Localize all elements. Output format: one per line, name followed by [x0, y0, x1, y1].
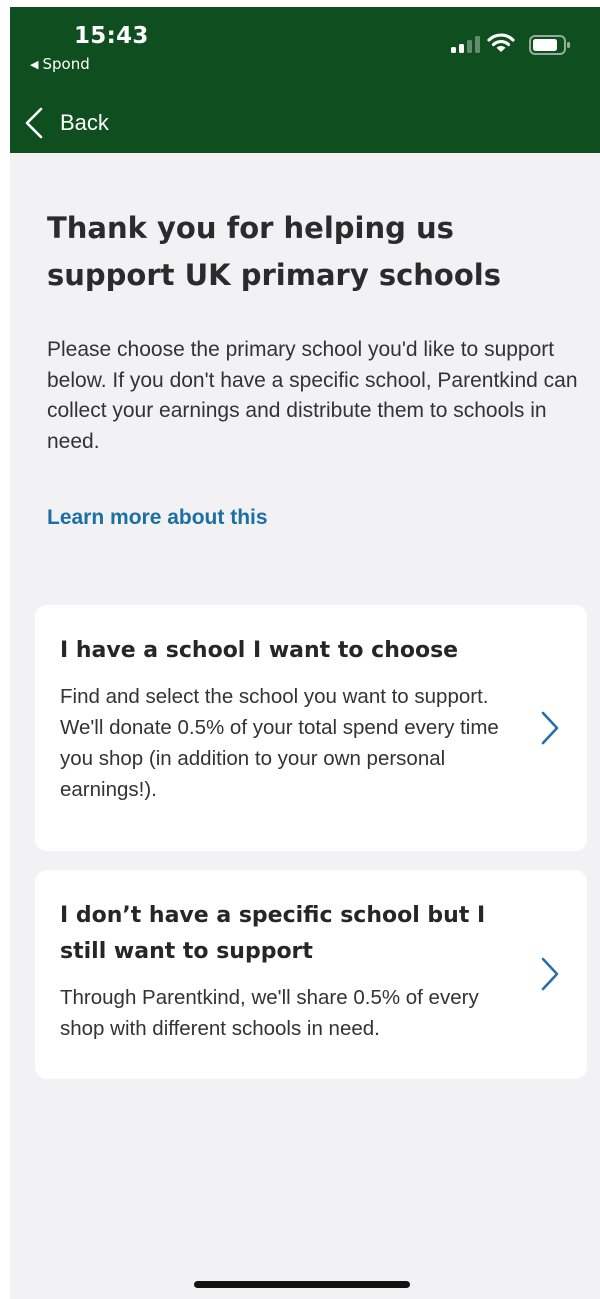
- chevron-right-icon: [541, 711, 559, 745]
- chevron-left-icon: [25, 107, 43, 139]
- option-card-no-specific-school[interactable]: I don’t have a specific school but I sti…: [35, 870, 587, 1079]
- chevron-right-icon: [541, 957, 559, 991]
- intro-text: Please choose the primary school you'd l…: [47, 338, 578, 453]
- option-description: Find and select the school you want to s…: [60, 685, 499, 801]
- wifi-icon: [487, 33, 515, 52]
- header: 15:43 ◀ Spond Back: [10, 7, 600, 153]
- back-button[interactable]: Back: [24, 107, 109, 139]
- option-description: Through Parentkind, we'll share 0.5% of …: [60, 986, 479, 1040]
- option-card-choose-school[interactable]: I have a school I want to choose Find an…: [35, 605, 587, 851]
- status-time: 15:43: [74, 23, 149, 49]
- back-triangle-icon: ◀: [30, 58, 39, 71]
- battery-icon: [529, 35, 570, 55]
- option-title: I don’t have a specific school but I sti…: [60, 903, 486, 964]
- back-to-app-label: Spond: [42, 55, 90, 73]
- home-indicator[interactable]: [194, 1281, 410, 1288]
- learn-more-link[interactable]: Learn more about this: [47, 506, 268, 530]
- option-title: I have a school I want to choose: [60, 638, 459, 663]
- cellular-signal-icon: [451, 35, 481, 53]
- page-title: Thank you for helping us support UK prim…: [47, 211, 501, 292]
- back-label: Back: [60, 110, 109, 135]
- app-screen: 15:43 ◀ Spond Back Thank you for helping…: [10, 7, 600, 1299]
- back-to-app-link[interactable]: ◀ Spond: [30, 55, 90, 73]
